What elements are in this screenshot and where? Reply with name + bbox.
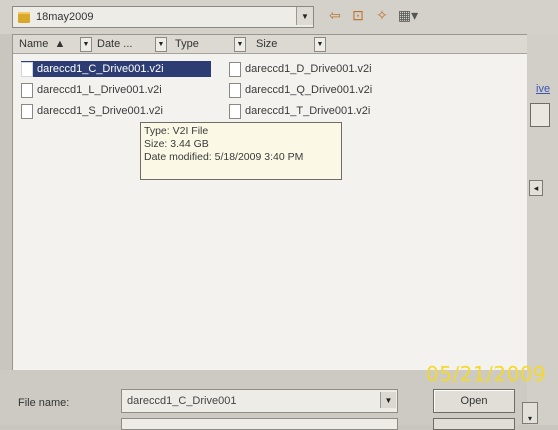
- tooltip-size: Size: 3.44 GB: [144, 138, 209, 150]
- column-header: Name ▲ ▼ Date ... ▼ Type ▼ Size ▼: [13, 35, 527, 54]
- file-icon: [229, 103, 241, 119]
- chevron-down-icon[interactable]: ▼: [380, 392, 396, 408]
- file-name-value: dareccd1_C_Drive001: [127, 395, 237, 407]
- file-item[interactable]: dareccd1_D_Drive001.v2i: [229, 61, 419, 77]
- file-icon: [229, 82, 241, 98]
- column-name-filter[interactable]: ▼: [80, 37, 92, 52]
- tooltip-date: Date modified: 5/18/2009 3:40 PM: [144, 151, 304, 163]
- file-name: dareccd1_L_Drive001.v2i: [37, 84, 162, 96]
- cancel-button[interactable]: [433, 418, 515, 430]
- column-type[interactable]: Type: [175, 35, 199, 53]
- file-item[interactable]: dareccd1_L_Drive001.v2i: [21, 82, 211, 98]
- file-type-dropdown[interactable]: [121, 418, 398, 430]
- file-icon: [229, 61, 241, 77]
- file-icon: [21, 61, 33, 77]
- view-menu-icon[interactable]: ▦▾: [397, 7, 419, 23]
- background-link[interactable]: ive: [536, 83, 550, 95]
- file-item[interactable]: dareccd1_C_Drive001.v2i: [21, 61, 211, 77]
- file-item[interactable]: dareccd1_S_Drive001.v2i: [21, 103, 211, 119]
- file-item[interactable]: dareccd1_Q_Drive001.v2i: [229, 82, 419, 98]
- look-in-value: 18may2009: [36, 11, 94, 23]
- camera-date-stamp: 05/21/2009: [426, 362, 547, 386]
- open-button[interactable]: Open: [433, 389, 515, 413]
- background-field[interactable]: [530, 103, 550, 127]
- file-name-label: File name:: [18, 397, 70, 409]
- column-type-filter[interactable]: ▼: [234, 37, 246, 52]
- file-name: dareccd1_Q_Drive001.v2i: [245, 84, 373, 96]
- file-name: dareccd1_D_Drive001.v2i: [245, 63, 372, 75]
- file-name: dareccd1_T_Drive001.v2i: [245, 105, 371, 117]
- background-scroll-down[interactable]: ▾: [522, 402, 538, 424]
- back-arrow-icon[interactable]: ⇦: [326, 7, 344, 23]
- file-info-tooltip: Type: V2I File Size: 3.44 GB Date modifi…: [140, 122, 342, 180]
- column-size-filter[interactable]: ▼: [314, 37, 326, 52]
- column-date[interactable]: Date ...: [97, 35, 132, 53]
- toolbar: 18may2009 ▼ ⇦ ⊡ ✧ ▦▾: [0, 0, 558, 34]
- background-scroll-button[interactable]: ◂: [529, 180, 543, 196]
- file-list: Name ▲ ▼ Date ... ▼ Type ▼ Size ▼ darecc…: [12, 34, 528, 372]
- chevron-down-icon[interactable]: ▼: [296, 7, 313, 25]
- file-item[interactable]: dareccd1_T_Drive001.v2i: [229, 103, 419, 119]
- column-name-label: Name: [19, 38, 49, 50]
- tooltip-type: Type: V2I File: [144, 125, 209, 137]
- folder-icon: [18, 11, 30, 23]
- file-name: dareccd1_C_Drive001.v2i: [37, 63, 164, 75]
- column-name[interactable]: Name ▲: [19, 35, 65, 53]
- up-folder-icon[interactable]: ⊡: [350, 7, 366, 23]
- column-date-filter[interactable]: ▼: [155, 37, 167, 52]
- new-folder-icon[interactable]: ✧: [373, 7, 391, 23]
- look-in-dropdown[interactable]: 18may2009 ▼: [12, 6, 314, 28]
- file-name: dareccd1_S_Drive001.v2i: [37, 105, 163, 117]
- file-icon: [21, 103, 33, 119]
- column-size[interactable]: Size: [256, 35, 277, 53]
- file-name-input[interactable]: dareccd1_C_Drive001 ▼: [121, 389, 398, 413]
- file-icon: [21, 82, 33, 98]
